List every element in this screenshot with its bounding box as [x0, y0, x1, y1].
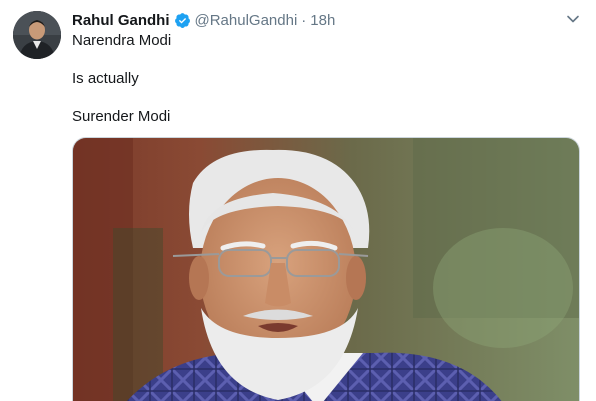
tweet-media-photo[interactable]	[72, 137, 580, 401]
tweet-header: Rahul Gandhi @RahulGandhi · 18h	[72, 10, 335, 30]
separator-dot: ·	[301, 11, 307, 29]
tweet-text-line-2: Is actually	[72, 70, 139, 87]
tweet-timestamp[interactable]: 18h	[310, 12, 335, 29]
avatar[interactable]	[13, 11, 61, 59]
tweet-text-line-3: Surender Modi	[72, 108, 171, 125]
tweet: Rahul Gandhi @RahulGandhi · 18h Narendra…	[0, 0, 596, 401]
chevron-down-icon[interactable]	[566, 12, 580, 26]
verified-badge-icon	[174, 12, 190, 28]
avatar-image	[13, 11, 61, 59]
photo-image	[73, 138, 579, 401]
tweet-text-line-1: Narendra Modi	[72, 32, 172, 49]
author-handle[interactable]: @RahulGandhi	[195, 12, 298, 29]
author-name[interactable]: Rahul Gandhi	[72, 12, 170, 29]
